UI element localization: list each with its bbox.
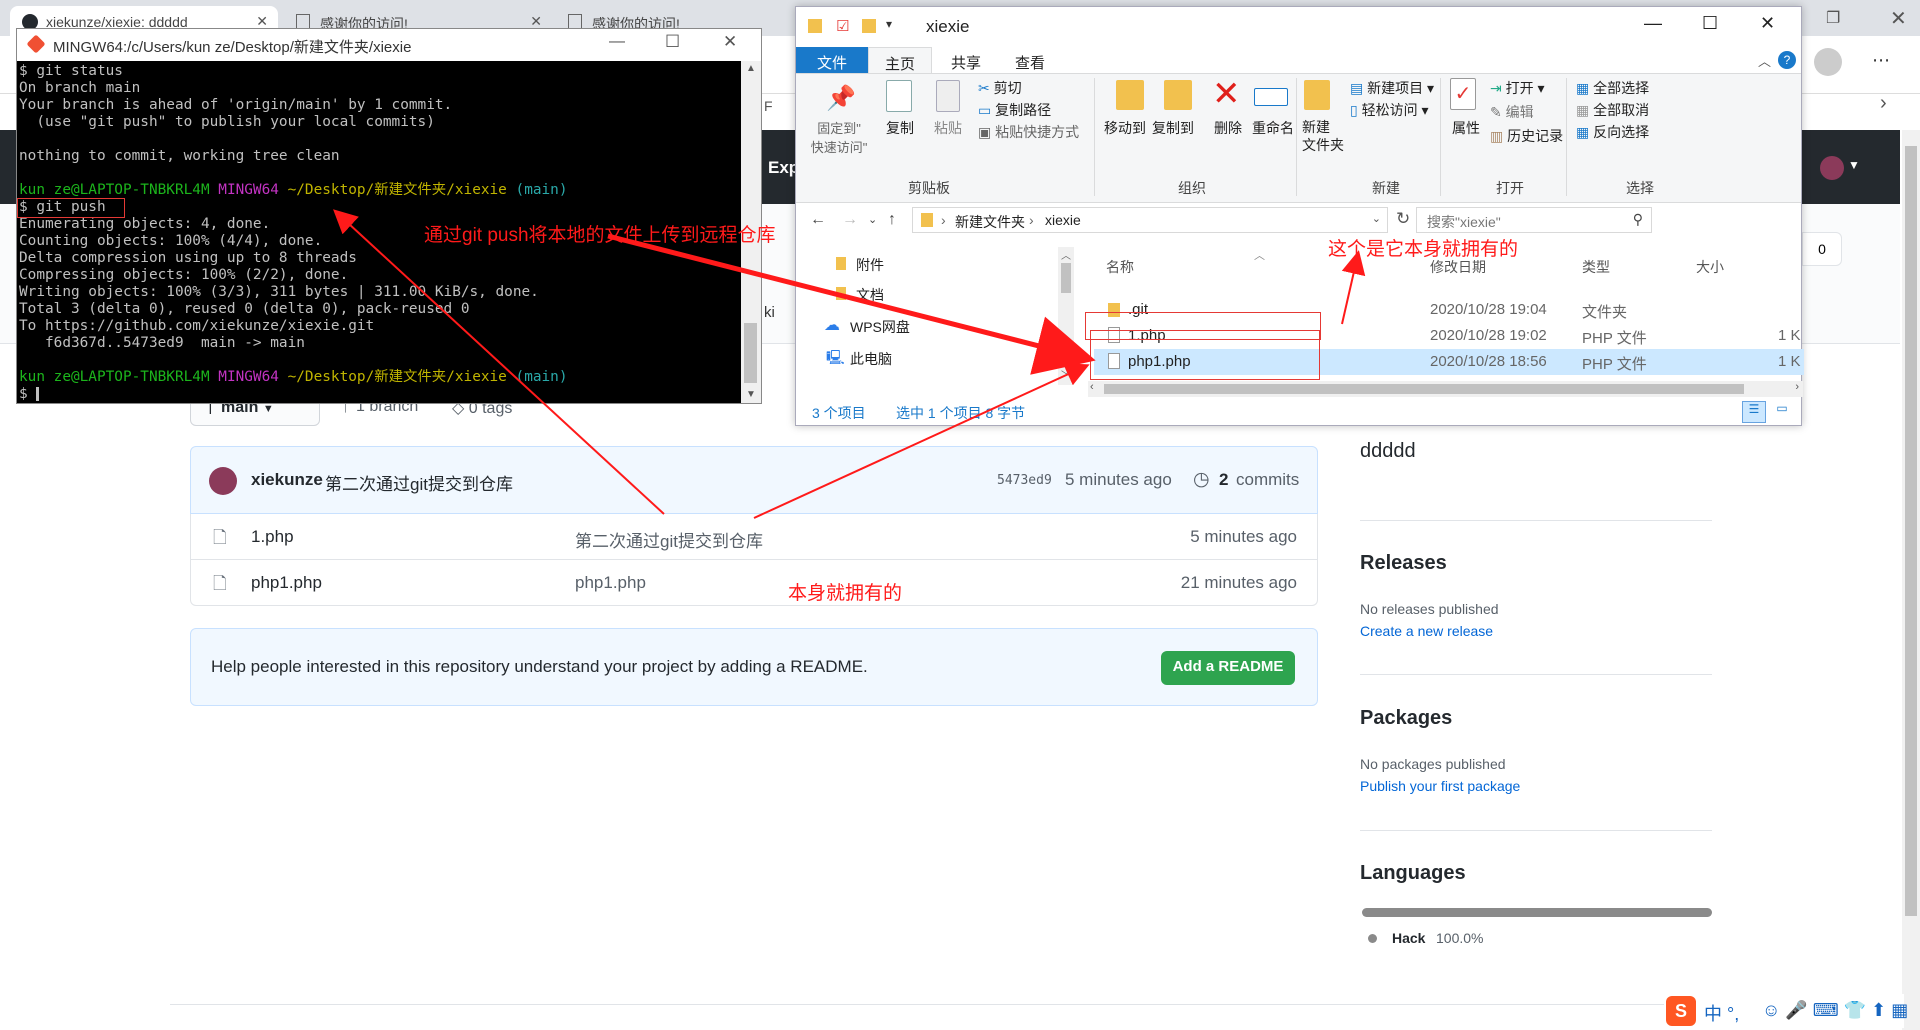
- arrow-to-terminal: [333, 209, 665, 515]
- arrow-from-bottom: [753, 363, 1090, 519]
- arrow-to-explorer: [607, 233, 1096, 375]
- annotation-arrows: [333, 209, 1366, 519]
- arrow-up-own: [1341, 250, 1366, 325]
